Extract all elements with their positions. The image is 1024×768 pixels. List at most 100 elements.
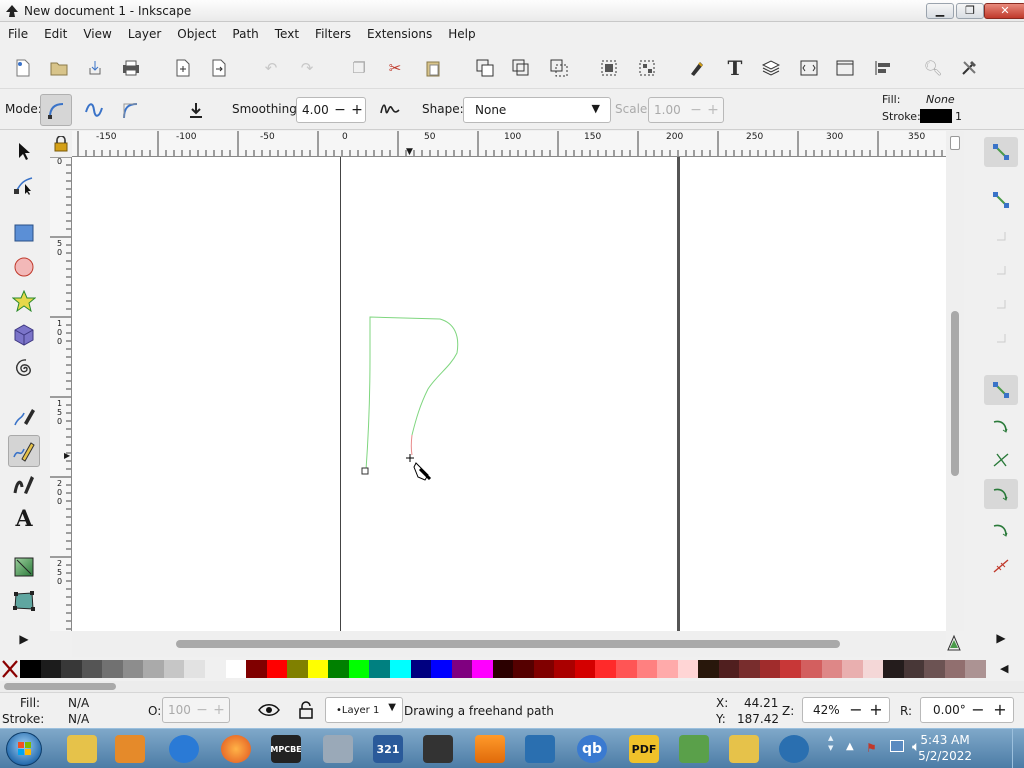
snap-bbox-midpoint-button[interactable]	[984, 289, 1018, 319]
status-fill-value[interactable]: N/A	[68, 696, 89, 710]
zoom-out-button[interactable]: −	[848, 697, 864, 723]
palette-swatch[interactable]	[40, 660, 62, 678]
vertical-scroll-thumb[interactable]	[951, 311, 959, 476]
taskbar-document[interactable]	[516, 731, 564, 767]
palette-swatch[interactable]	[389, 660, 411, 678]
taskbar-media-player[interactable]	[106, 731, 154, 767]
ellipse-tool[interactable]	[8, 251, 40, 283]
palette-swatch[interactable]	[739, 660, 761, 678]
mode-spiro-button[interactable]	[78, 94, 110, 126]
taskbar-chart-app[interactable]	[670, 731, 718, 767]
rotate-increase-button[interactable]: +	[992, 697, 1008, 723]
snap-cusp-nodes-button[interactable]	[984, 479, 1018, 509]
mode-regular-bezier-button[interactable]	[40, 94, 72, 126]
export-icon[interactable]	[206, 55, 232, 81]
snap-bbox-corner-button[interactable]	[984, 255, 1018, 285]
palette-swatch[interactable]	[657, 660, 679, 678]
taskbar-firefox[interactable]	[212, 731, 260, 767]
scale-increase-button[interactable]: +	[705, 97, 721, 123]
align-distribute-icon[interactable]	[870, 55, 896, 81]
layer-visibility-toggle[interactable]	[258, 702, 280, 721]
smoothing-increase-button[interactable]: +	[349, 97, 365, 123]
toolbox-more-arrow[interactable]: ▶	[8, 623, 40, 655]
palette-swatch[interactable]	[862, 660, 884, 678]
menu-text[interactable]: Text	[267, 22, 307, 46]
node-tool[interactable]	[8, 169, 40, 201]
drawing-canvas[interactable]	[72, 157, 946, 631]
palette-swatch[interactable]	[431, 660, 453, 678]
system-clock[interactable]: 5:43 AM 5/2/2022	[918, 732, 972, 764]
new-document-icon[interactable]	[10, 55, 36, 81]
palette-swatch[interactable]	[410, 660, 432, 678]
taskbar-app-6[interactable]	[314, 731, 362, 767]
palette-swatch[interactable]	[883, 660, 905, 678]
palette-swatch[interactable]	[492, 660, 514, 678]
paste-icon[interactable]	[420, 55, 446, 81]
palette-swatch[interactable]	[246, 660, 268, 678]
taskbar-app-321[interactable]: 321	[364, 731, 412, 767]
horizontal-scrollbar[interactable]	[72, 631, 946, 657]
palette-swatch[interactable]	[143, 660, 165, 678]
palette-swatch[interactable]	[81, 660, 103, 678]
vertical-ruler[interactable]: 0 50 100 150 200 250 ▶	[50, 157, 72, 631]
snap-bbox-button[interactable]	[984, 185, 1018, 215]
mesh-tool[interactable]	[8, 585, 40, 617]
palette-swatch[interactable]	[842, 660, 864, 678]
palette-menu-icon[interactable]: ◀	[1000, 662, 1008, 675]
xml-editor-icon[interactable]	[796, 55, 822, 81]
fill-indicator-value[interactable]: None	[926, 93, 955, 106]
show-desktop-button[interactable]	[1012, 729, 1024, 768]
snap-bar-more-arrow[interactable]: ▶	[984, 623, 1018, 653]
palette-swatch[interactable]	[759, 660, 781, 678]
freehand-path[interactable]	[365, 316, 459, 471]
taskbar-explorer[interactable]	[58, 731, 106, 767]
menu-path[interactable]: Path	[224, 22, 266, 46]
lpe-pressure-button[interactable]	[374, 94, 406, 126]
menu-view[interactable]: View	[75, 22, 119, 46]
taskbar-thunderbird[interactable]	[770, 731, 818, 767]
print-icon[interactable]	[118, 55, 144, 81]
menu-help[interactable]: Help	[440, 22, 483, 46]
palette-swatch[interactable]	[472, 660, 494, 678]
palette-swatch[interactable]	[61, 660, 83, 678]
zoom-icon[interactable]: 🔍︎	[920, 55, 946, 81]
open-document-icon[interactable]	[46, 55, 72, 81]
palette-swatch[interactable]	[698, 660, 720, 678]
ungroup-icon[interactable]	[634, 55, 660, 81]
palette-swatch[interactable]	[287, 660, 309, 678]
save-document-icon[interactable]	[82, 55, 108, 81]
opacity-decrease-button[interactable]: −	[194, 697, 210, 723]
palette-swatch[interactable]	[513, 660, 535, 678]
palette-swatch[interactable]	[821, 660, 843, 678]
snap-bbox-center-button[interactable]	[984, 323, 1018, 353]
snap-midpoints-button[interactable]	[984, 551, 1018, 581]
palette-swatch[interactable]	[616, 660, 638, 678]
star-tool[interactable]	[8, 285, 40, 317]
shape-dropdown[interactable]: None ▼	[463, 97, 611, 123]
pencil-tool[interactable]	[8, 435, 40, 467]
status-stroke-value[interactable]: N/A	[68, 712, 89, 726]
palette-swatch[interactable]	[903, 660, 925, 678]
palette-swatch[interactable]	[225, 660, 247, 678]
maximize-button[interactable]: ❐	[956, 3, 984, 19]
palette-swatch[interactable]	[122, 660, 144, 678]
copy-icon[interactable]: ❐	[346, 55, 372, 81]
menu-extensions[interactable]: Extensions	[359, 22, 440, 46]
palette-swatch[interactable]	[163, 660, 185, 678]
palette-swatch[interactable]	[801, 660, 823, 678]
network-icon[interactable]	[890, 740, 904, 752]
stroke-color-swatch[interactable]	[920, 109, 952, 123]
action-center-flag-icon[interactable]: ⚑	[866, 741, 877, 755]
layer-dropdown[interactable]: •Layer 1 ▼	[325, 697, 403, 723]
menu-filters[interactable]: Filters	[307, 22, 359, 46]
preferences-icon[interactable]	[956, 55, 982, 81]
taskbar-pdf[interactable]: PDF	[620, 731, 668, 767]
fill-stroke-icon[interactable]	[684, 55, 710, 81]
palette-swatch[interactable]	[369, 660, 391, 678]
undo-icon[interactable]: ↶	[258, 55, 284, 81]
palette-swatch[interactable]	[965, 660, 987, 678]
cut-icon[interactable]: ✂	[382, 55, 408, 81]
palette-swatch[interactable]	[328, 660, 350, 678]
close-button[interactable]: ✕	[984, 3, 1024, 19]
palette-scrollbar[interactable]	[0, 681, 1024, 692]
